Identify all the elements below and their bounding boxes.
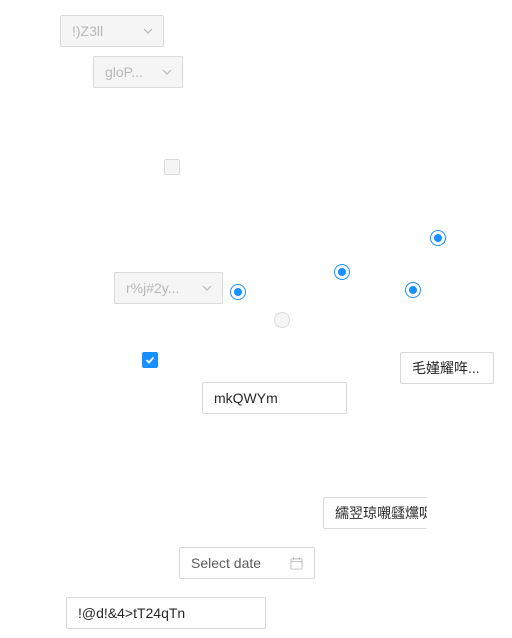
select-3[interactable]: r%j#2y... bbox=[114, 272, 223, 304]
radio-3[interactable] bbox=[405, 282, 421, 298]
date-picker[interactable]: Select date bbox=[179, 547, 315, 579]
checkbox-checked[interactable] bbox=[142, 352, 158, 368]
check-icon bbox=[145, 356, 155, 364]
select-3-value: r%j#2y... bbox=[126, 280, 180, 296]
calendar-icon bbox=[290, 556, 303, 570]
text-input-2[interactable]: !@d!&4>tT24qTn bbox=[66, 597, 266, 629]
radio-5-disabled[interactable] bbox=[274, 312, 290, 328]
radio-1[interactable] bbox=[430, 230, 446, 246]
chevron-down-icon bbox=[202, 285, 212, 291]
radio-4[interactable] bbox=[230, 284, 246, 300]
checkbox-disabled[interactable] bbox=[164, 159, 180, 175]
chevron-down-icon bbox=[143, 28, 153, 34]
select-2-value: gloP... bbox=[105, 64, 143, 80]
select-1[interactable]: !)Z3ll bbox=[60, 15, 164, 47]
chevron-down-icon bbox=[162, 69, 172, 75]
radio-2[interactable] bbox=[334, 264, 350, 280]
date-placeholder: Select date bbox=[191, 555, 262, 571]
button-1[interactable]: 毛嫤耀哖... bbox=[400, 352, 494, 384]
button-2[interactable]: 繻翌琼嚫瓥爣哫 bbox=[323, 497, 427, 529]
select-2[interactable]: gloP... bbox=[93, 56, 183, 88]
text-input-1[interactable]: mkQWYm bbox=[202, 382, 347, 414]
select-1-value: !)Z3ll bbox=[72, 23, 104, 39]
